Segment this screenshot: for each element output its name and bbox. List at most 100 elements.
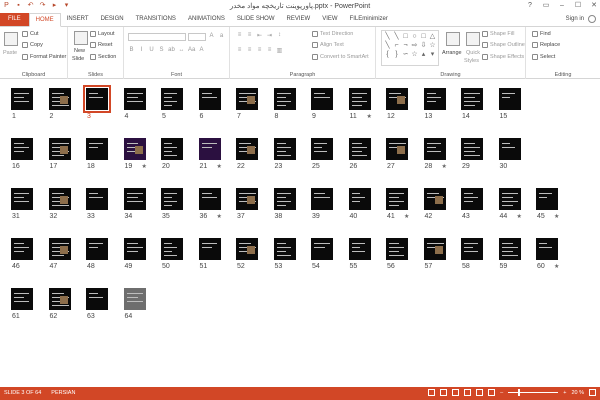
language-indicator[interactable]: PERSIAN [51,390,75,396]
zoom-slider-thumb[interactable] [518,389,521,396]
paste-button[interactable]: Paste [3,50,17,56]
slide-thumbnail[interactable] [161,188,183,210]
bullets-icon[interactable]: ≡ [236,32,243,39]
arrow-shape-icon[interactable]: ⇨ [410,41,419,50]
slide-thumbnail[interactable] [461,238,483,260]
slide-thumbnail[interactable] [461,138,483,160]
slide-thumbnail[interactable] [236,138,258,160]
close-icon[interactable]: ✕ [590,0,598,11]
slide-thumbnail[interactable] [48,288,71,310]
shape-outline-button[interactable]: Shape Outline [482,42,525,48]
slide-thumbnail[interactable] [461,88,483,110]
slide-thumbnail[interactable] [236,188,258,210]
quick-styles-icon[interactable] [466,32,480,46]
text-direction-button[interactable]: Text Direction [312,31,353,37]
tab-design[interactable]: DESIGN [95,13,130,26]
ribbon-display-options-icon[interactable]: ▭ [542,0,550,11]
slide-thumbnail[interactable] [11,138,33,160]
slide-thumbnail[interactable] [348,138,371,160]
slide-thumbnail[interactable] [423,138,446,160]
slide-thumbnail[interactable] [386,138,408,160]
tab-fileminimizer[interactable]: FILEminimizer [344,13,394,26]
line-shape-icon[interactable]: ╲ [383,32,392,41]
shapes-gallery[interactable]: ╲ ╲ □ ○ □ △ ╲ ⌐ ¬ ⇨ ⇩ ☆ { } ∽ ☆ ▴ ▾ [381,30,439,66]
new-slide-button[interactable]: New [74,48,85,54]
slide-thumbnail[interactable] [273,138,296,160]
line-spacing-icon[interactable]: ↕ [276,32,283,39]
slide-thumbnail[interactable] [423,188,446,210]
rectangle-shape-icon[interactable]: □ [401,32,410,41]
oval-shape-icon[interactable]: ○ [410,32,419,41]
slide-thumbnail[interactable] [536,188,558,210]
more-shapes-icon[interactable]: ▾ [428,50,437,59]
slide-thumbnail[interactable] [386,188,408,210]
fit-slide-icon[interactable] [589,389,596,396]
tab-insert[interactable]: INSERT [61,13,95,26]
tab-review[interactable]: REVIEW [281,13,317,26]
slide-thumbnail[interactable] [48,138,71,160]
zoom-level[interactable]: 20 % [571,390,584,396]
justify-icon[interactable]: ≡ [266,47,273,54]
convert-smartart-button[interactable]: Convert to SmartArt [312,54,369,60]
brace-shape-icon[interactable]: } [392,50,401,59]
slide-thumbnail[interactable] [123,188,146,210]
align-center-icon[interactable]: ≡ [246,47,253,54]
zoom-out-icon[interactable]: – [500,390,503,396]
slide-thumbnail[interactable] [83,85,111,113]
slide-thumbnail[interactable] [123,288,146,310]
slide-thumbnail[interactable] [311,188,333,210]
triangle-shape-icon[interactable]: △ [428,32,437,41]
layout-button[interactable]: Layout [90,31,115,37]
tab-view[interactable]: VIEW [316,13,343,26]
notes-icon[interactable] [428,389,436,396]
feedback-smiley-icon[interactable] [588,15,596,23]
curve-shape-icon[interactable]: ∽ [401,50,410,59]
slide-thumbnail[interactable] [123,138,146,160]
slide-thumbnail[interactable] [498,238,521,260]
tab-home[interactable]: HOME [28,13,61,27]
slide-thumbnail[interactable] [198,88,221,110]
connector-shape-icon[interactable]: ⌐ [392,41,401,50]
brace-shape-icon[interactable]: { [383,50,392,59]
align-left-icon[interactable]: ≡ [236,47,243,54]
sign-in-link[interactable]: Sign in [566,13,584,26]
section-button[interactable]: Section [90,54,116,60]
slide-thumbnail[interactable] [536,238,558,260]
slide-thumbnail[interactable] [11,288,33,310]
slide-sorter-view-icon[interactable] [464,389,472,396]
tab-animations[interactable]: ANIMATIONS [182,13,231,26]
zoom-slider[interactable] [508,389,559,396]
scroll-up-icon[interactable]: ▴ [419,50,428,59]
slide-thumbnail[interactable] [348,238,371,260]
slide-thumbnail[interactable] [273,88,296,110]
replace-button[interactable]: Replace [532,42,560,48]
slide-thumbnail[interactable] [311,238,333,260]
arrange-button[interactable]: Arrange [442,50,462,56]
font-color-icon[interactable]: A [198,47,205,53]
bold-icon[interactable]: B [128,47,135,53]
slide-thumbnail[interactable] [498,138,521,160]
italic-icon[interactable]: I [138,47,145,53]
slide-thumbnail[interactable] [423,88,446,110]
help-icon[interactable]: ? [526,0,534,11]
grow-font-icon[interactable]: A [208,33,215,39]
slide-thumbnail[interactable] [161,138,183,160]
slide-thumbnail[interactable] [198,188,221,210]
slide-thumbnail[interactable] [11,238,33,260]
font-size-combo[interactable] [188,33,206,41]
slide-thumbnail[interactable] [86,238,108,260]
change-case-icon[interactable]: Aa [188,47,195,53]
slide-thumbnail[interactable] [123,238,146,260]
slide-thumbnail[interactable] [423,238,446,260]
slide-thumbnail[interactable] [86,188,108,210]
slide-thumbnail[interactable] [161,88,183,110]
slide-thumbnail[interactable] [348,188,371,210]
slide-thumbnail[interactable] [86,138,108,160]
tab-file[interactable]: FILE [0,13,29,26]
slide-thumbnail[interactable] [11,188,33,210]
normal-view-icon[interactable] [452,389,460,396]
shadow-icon[interactable]: S [158,47,165,53]
star-shape-icon[interactable]: ☆ [410,50,419,59]
slide-thumbnail[interactable] [311,88,333,110]
decrease-indent-icon[interactable]: ⇤ [256,32,263,39]
